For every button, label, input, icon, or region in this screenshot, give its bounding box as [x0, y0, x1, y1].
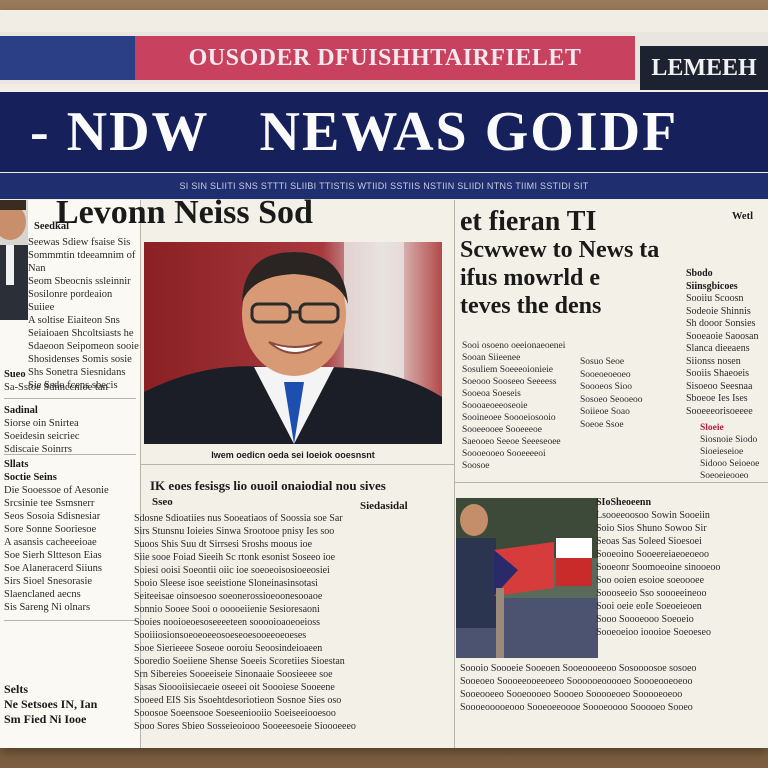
- text-line: Sooredio Soeiiene Shense Soeeis Scoretii…: [134, 656, 345, 667]
- text-line: Sooeooeeo Sooeoooeo Soooeo Sooooeoeo Soo…: [460, 689, 683, 700]
- text-line: Soooaeoeeoseoie: [462, 401, 528, 411]
- page-content: Seedkal Seewas Sdiew fsaise Sis Sommmtin…: [0, 194, 768, 748]
- text-line: Soeoe Ssoe: [580, 419, 624, 430]
- right-headline-line-2: Scwwew to News ta: [460, 237, 660, 263]
- text-line: Sooosoe Soeensooe Soeseeniooiio Soeiseei…: [134, 708, 336, 719]
- text-line: Sonnio Sooee Sooi o ooooeiienie Sesiores…: [134, 604, 320, 615]
- center-headline: IK eoes fesisgs lio ouoil onaiodial nou …: [150, 478, 386, 493]
- text-line: Sooeed EIS Sis Ssoehtdesoriotieon Sosnoe…: [134, 695, 342, 706]
- text-line: Siie sooe Foiad Sieeih Sc rtonk esonist …: [134, 552, 336, 563]
- masthead: - NDW NEWAS GOIDF: [0, 92, 768, 172]
- right-side-label: Sbodo: [686, 268, 713, 279]
- text-line: Seiteeisae oinsoesoo soeonerossioeooneso…: [134, 591, 323, 602]
- left-portrait-photo: [0, 200, 28, 320]
- right-headline-line-1: et fieran TI: [460, 206, 597, 237]
- banner-red-title: OUSODER DFUISHHTAIRFIELET: [135, 36, 635, 80]
- photo2-label: SIoSheoeenn: [596, 497, 652, 508]
- text-line: Suoos Shis Suu dt Sirrsesi Sroshs moous …: [134, 539, 313, 550]
- text-line: Soooseeio Sso soooeeineoo: [596, 588, 707, 599]
- banner-dark-title: LEMEEH: [640, 46, 768, 90]
- right-table-block: Sooi osoeno oeeionaeoenei Sooan Siieenee…: [462, 340, 592, 472]
- politician-photo: [144, 242, 442, 444]
- text-line: Sooeoeo Soooeeooeeoeeo Soooooeooooeo Soo…: [460, 676, 693, 687]
- text-line: Sh dooor Sonsies: [686, 318, 756, 329]
- text-line: Sooi oeie eoIe Soeoeieoen: [596, 601, 702, 612]
- text-line: Sooineoee Soooeiosooio: [462, 413, 556, 423]
- text-line: Sooeoa Soeseis: [462, 389, 521, 399]
- text-line: Sooe Sierieeee Soseoe ooroiu Seoosindeio…: [134, 643, 323, 654]
- text-line: Saeooeo Seeoe Seeeseoee: [462, 437, 561, 447]
- right-red-label: Sloeie: [700, 423, 724, 433]
- text-line: Soeoeieooeo: [700, 471, 749, 481]
- text-line: Sosuliem Soeeeoionieie: [462, 365, 554, 375]
- text-line: Sboeoe Ies Ises: [686, 393, 748, 404]
- text-line: Soosoe: [462, 461, 490, 471]
- text-line: Siosnoie Siodo: [700, 435, 758, 445]
- text-line: Sooies nooioeoesoseeeeteen sooooioaoeoei…: [134, 617, 321, 628]
- banner-blue-block: [0, 36, 135, 80]
- text-line: Siionss nosen: [686, 355, 741, 367]
- text-line: Slanca dieeaens: [686, 343, 750, 354]
- text-line: Srn Sibereies Sooeeiseie Sinonaaie Soosi…: [134, 669, 333, 680]
- text-line: Soo ooien esoioe soeoooee: [596, 575, 705, 586]
- center-byline-left: Sseo: [152, 496, 173, 508]
- right-side-head: Siinsgbicoes: [686, 280, 738, 292]
- text-line: Sodeoie Shinnis: [686, 305, 751, 317]
- text-line: Sooeonr Soomoeoine sinooeoo: [596, 562, 721, 573]
- text-line: Sosuo Seoe: [580, 357, 625, 367]
- right-table-block-2: Sosuo Seoe Sooeoeoeoeo Soooeos Sioo Soso…: [580, 356, 680, 431]
- flag-photo: [456, 498, 598, 658]
- text-line: Sisoeoo Seesnaa: [686, 380, 753, 392]
- text-line: Sosoeo Seooeoo: [580, 394, 643, 405]
- text-line: Soio Sios Shuno Sowoo Sir: [596, 523, 707, 534]
- column-divider: [454, 200, 455, 748]
- text-line: Soooeooeo Sooeeeeoi: [462, 449, 546, 459]
- masthead-word-1: - NDW: [30, 101, 210, 163]
- text-line: Sooeeooee Sooeeeoe: [462, 425, 542, 435]
- divider: [140, 464, 454, 465]
- text-line: Sdosne Sdioatiies nus Sooeatiaos of Soos…: [134, 513, 343, 524]
- text-line: Sooiiu Scoosn: [686, 293, 744, 304]
- text-line: Soooio Soooeie Sooeoen Sooeoooeeoo Sosoo…: [460, 663, 697, 674]
- text-line: Sooeaoie Saoosan: [686, 330, 759, 342]
- newspaper: OUSODER DFUISHHTAIRFIELET LEMEEH - NDW N…: [0, 10, 768, 748]
- photo-caption: Iwem oedicn oeda sei Ioeiok ooesnsnt: [211, 450, 375, 460]
- text-line: Soeooo Sooseeo Seeeess: [462, 377, 557, 387]
- text-line: Sooo Soooeooo Soeoeio: [596, 614, 694, 625]
- text-line: Sasas Sioooiisiecaeie oseeei oit Soooies…: [134, 682, 335, 693]
- text-line: Sooan Siieenee: [462, 353, 521, 363]
- text-line: Seoas Sas Soleed Sioesoei: [596, 536, 702, 547]
- divider: [454, 482, 768, 483]
- masthead-word-2: NEWAS GOIDF: [259, 101, 679, 163]
- center-body: Sdosne Sdioatiies nus Sooeatiaos of Soos…: [134, 512, 454, 733]
- text-line: Sooeeeorisoeeee: [686, 405, 753, 417]
- text-line: Sooeoeioo ioooioe Soeoeseo: [596, 627, 711, 638]
- photo2-story: SIoSheoeenn Lsooeeoosoo Sowin Sooeiin So…: [596, 496, 768, 639]
- text-line: Sidooo Seioeoe: [700, 459, 760, 469]
- text-line: Sooio Sleese isoe seeistione Sloneinasin…: [134, 578, 318, 589]
- right-red-block: Sloeie Siosnoie Siodo Sioeieseioe Sidooo…: [700, 422, 768, 482]
- text-line: Sirs Stunsnu Ioieies Sinwa Srootooe pnis…: [134, 526, 335, 537]
- text-line: Soiieoe Soao: [580, 407, 630, 417]
- right-side-block: Sbodo Siinsgbicoes Sooiiu Scoosn Sodeoie…: [686, 268, 768, 418]
- text-line: Sooiis Shaeoeis: [686, 368, 750, 379]
- left-story-headline: Levonn Neiss Sod: [56, 194, 313, 231]
- text-line: Soooeos Sioo: [580, 382, 632, 392]
- text-line: Sooo Sores Sbieo Sosseieoiooo Sooeeesoei…: [134, 721, 356, 732]
- text-line: Lsooeeoosoo Sowin Sooeiin: [596, 510, 710, 521]
- text-line: Sioeieseioe: [700, 447, 744, 457]
- text-line: Sooeoino Sooeereiaeoeoeoo: [596, 549, 710, 560]
- text-line: Soooeooooeooo Sooeoeeoooe Soooeoooo Sooo…: [460, 702, 693, 713]
- text-line: Sooeoeoeoeo: [580, 369, 631, 380]
- text-line: Soiesi ooisi Soeontii oiic ioe soeoeoiso…: [134, 565, 330, 576]
- text-line: Sooi osoeno oeeionaeoenei: [462, 341, 566, 351]
- right-bottom-block: Soooio Soooeie Sooeoen Sooeoooeeoo Sosoo…: [460, 662, 766, 714]
- text-line: Sooiiiosionsoeoeoeeosoeseoesooeeoeoeses: [134, 630, 307, 641]
